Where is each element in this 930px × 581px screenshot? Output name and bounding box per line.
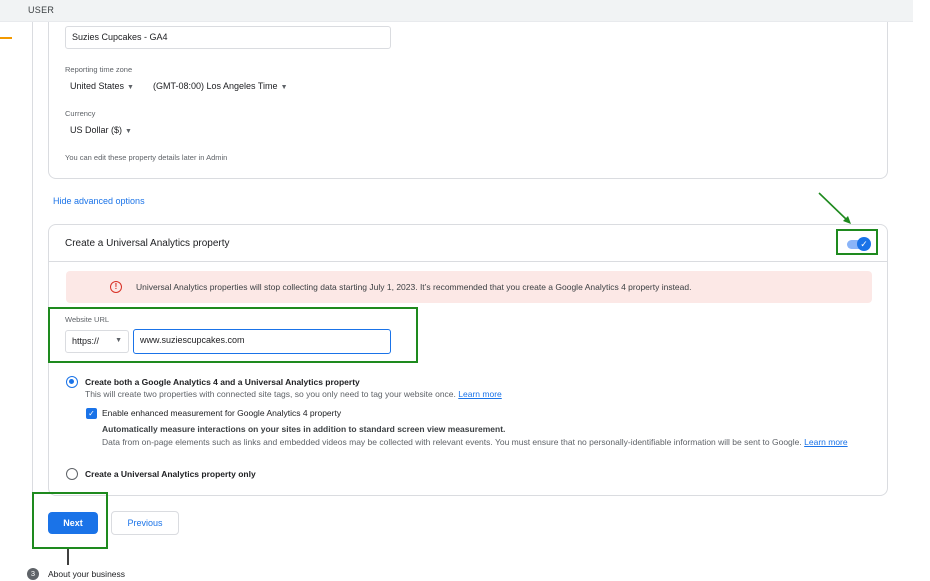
timezone-select[interactable]: (GMT-08:00) Los Angeles Time ▼: [153, 81, 288, 91]
divider: [49, 261, 887, 262]
learn-more-link[interactable]: Learn more: [458, 389, 501, 399]
currency-value: US Dollar ($): [70, 125, 123, 135]
option-ua-only-title: Create a Universal Analytics property on…: [85, 469, 256, 479]
warning-text: Universal Analytics properties will stop…: [136, 282, 692, 292]
stepper-rail: [32, 22, 33, 492]
enhanced-measurement-desc: Data from on-page elements such as links…: [102, 436, 862, 448]
timezone-label: Reporting time zone: [65, 65, 133, 74]
enhanced-measurement-bold: Automatically measure interactions on yo…: [102, 424, 506, 434]
deprecation-warning: ! Universal Analytics properties will st…: [66, 271, 872, 303]
active-step-marker: [0, 37, 12, 39]
arrow-head-icon: [843, 216, 851, 224]
option-both-title: Create both a Google Analytics 4 and a U…: [85, 377, 360, 387]
hide-advanced-options-link[interactable]: Hide advanced options: [53, 196, 145, 206]
step-number-badge: 3: [27, 568, 39, 580]
enhanced-measurement-label: Enable enhanced measurement for Google A…: [102, 408, 342, 418]
timezone-value: (GMT-08:00) Los Angeles Time: [153, 81, 278, 91]
property-details-card: Suzies Cupcakes - GA4 Reporting time zon…: [48, 22, 888, 179]
learn-more-link[interactable]: Learn more: [804, 437, 847, 447]
chevron-down-icon: ▼: [127, 84, 134, 91]
ua-card-title: Create a Universal Analytics property: [65, 238, 230, 249]
country-value: United States: [70, 81, 125, 91]
next-highlight-box: [32, 492, 108, 549]
step-about-business[interactable]: About your business: [48, 569, 125, 579]
currency-select[interactable]: US Dollar ($) ▼: [70, 125, 132, 135]
url-highlight-box: [48, 307, 418, 363]
country-select[interactable]: United States ▼: [70, 81, 134, 91]
option-both-desc: This will create two properties with con…: [85, 389, 502, 399]
arrow-line: [818, 192, 848, 221]
radio-create-both[interactable]: [66, 376, 78, 388]
toggle-highlight-box: [836, 229, 878, 255]
radio-ua-only[interactable]: [66, 468, 78, 480]
option-both-desc-text: This will create two properties with con…: [85, 389, 456, 399]
enhanced-desc-text: Data from on-page elements such as links…: [102, 437, 802, 447]
currency-label: Currency: [65, 109, 96, 118]
chevron-down-icon: ▼: [280, 84, 288, 91]
property-name-input[interactable]: Suzies Cupcakes - GA4: [65, 26, 391, 49]
details-hint: You can edit these property details late…: [65, 153, 228, 162]
error-icon: !: [110, 281, 122, 293]
top-bar: USER: [0, 0, 913, 22]
top-bar-label: USER: [28, 5, 55, 15]
chevron-down-icon: ▼: [125, 128, 132, 135]
enhanced-measurement-checkbox[interactable]: ✓: [86, 408, 97, 419]
previous-button[interactable]: Previous: [111, 511, 179, 535]
